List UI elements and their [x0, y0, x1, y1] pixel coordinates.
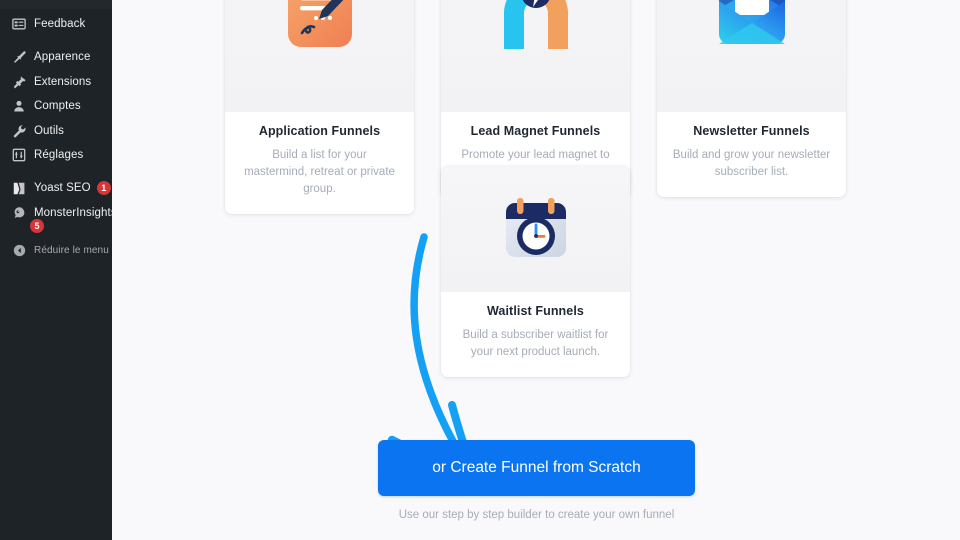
- card-title: Newsletter Funnels: [693, 124, 810, 138]
- card-icon-area: [441, 166, 630, 292]
- funnel-card-waitlist[interactable]: Waitlist Funnels Build a subscriber wait…: [441, 166, 630, 378]
- feedback-icon: [8, 17, 30, 31]
- card-icon-area: [657, 0, 846, 112]
- card-icon-area: [225, 0, 414, 112]
- users-icon: [8, 99, 30, 113]
- sidebar-item-apparence[interactable]: Apparence: [0, 45, 112, 69]
- status-badge: 1: [96, 181, 111, 195]
- card-description: Build and grow your newsletter subscribe…: [672, 149, 831, 179]
- funnel-card-newsletter[interactable]: Newsletter Funnels Build and grow your n…: [657, 0, 846, 198]
- sidebar-item-extensions[interactable]: Extensions: [0, 70, 112, 94]
- card-text-area: Application Funnels Build a list for you…: [225, 112, 414, 215]
- funnel-template-chooser: Application Funnels Build a list for you…: [112, 0, 960, 540]
- sidebar-top-separator: [0, 0, 112, 9]
- card-text-area: Waitlist Funnels Build a subscriber wait…: [441, 292, 630, 378]
- card-title: Lead Magnet Funnels: [470, 124, 601, 138]
- sidebar-item-comptes[interactable]: Comptes: [0, 94, 112, 118]
- card-title: Waitlist Funnels: [487, 304, 584, 318]
- waitlist-calendar-clock-icon: [498, 189, 574, 270]
- funnel-card-application[interactable]: Application Funnels Build a list for you…: [225, 0, 414, 215]
- card-icon-area: [441, 0, 630, 112]
- sidebar-item-label: Feedback: [34, 18, 86, 30]
- sidebar-item-reglages[interactable]: Réglages: [0, 143, 112, 167]
- settings-sliders-icon: [8, 148, 30, 162]
- collapse-arrow-icon: [8, 244, 30, 257]
- card-text-area: Newsletter Funnels Build and grow your n…: [657, 112, 846, 198]
- newsletter-envelope-icon: [714, 0, 790, 58]
- create-funnel-from-scratch-button[interactable]: or Create Funnel from Scratch: [378, 440, 695, 496]
- sidebar-collapse-label: Réduire le menu: [34, 244, 109, 256]
- lead-magnet-icon: [498, 0, 574, 58]
- tools-wrench-icon: [8, 124, 30, 139]
- sidebar-item-monsterinsights[interactable]: MonsterInsights: [0, 201, 112, 225]
- sidebar-item-feedback[interactable]: Feedback: [0, 12, 112, 36]
- sidebar-item-label: Comptes: [34, 100, 81, 112]
- card-description: Build a subscriber waitlist for your nex…: [462, 329, 609, 359]
- sidebar-collapse-menu[interactable]: Réduire le menu: [0, 238, 112, 262]
- sidebar-item-yoast-seo[interactable]: Yoast SEO 1: [0, 176, 112, 200]
- sidebar-item-label: Outils: [34, 125, 64, 137]
- admin-sidebar: Feedback Apparence Extensions Comptes Ou…: [0, 0, 112, 540]
- appearance-brush-icon: [8, 50, 30, 65]
- card-title: Application Funnels: [258, 124, 381, 138]
- sidebar-item-label: MonsterInsights: [34, 207, 112, 219]
- yoast-seo-icon: [8, 181, 30, 196]
- status-badge: 5: [30, 219, 44, 233]
- sidebar-item-outils[interactable]: Outils: [0, 119, 112, 143]
- sidebar-item-label: Extensions: [34, 76, 92, 88]
- sidebar-item-label: Yoast SEO: [34, 182, 91, 194]
- sidebar-item-label: Apparence: [34, 51, 91, 63]
- app-root: Feedback Apparence Extensions Comptes Ou…: [0, 0, 960, 540]
- cta-caption: Use our step by step builder to create y…: [398, 509, 675, 521]
- card-description: Build a list for your mastermind, retrea…: [244, 149, 395, 196]
- sidebar-item-label: Réglages: [34, 149, 84, 161]
- plugins-plug-icon: [8, 75, 30, 90]
- monsterinsights-icon: [8, 206, 30, 221]
- application-form-pen-icon: [282, 0, 358, 58]
